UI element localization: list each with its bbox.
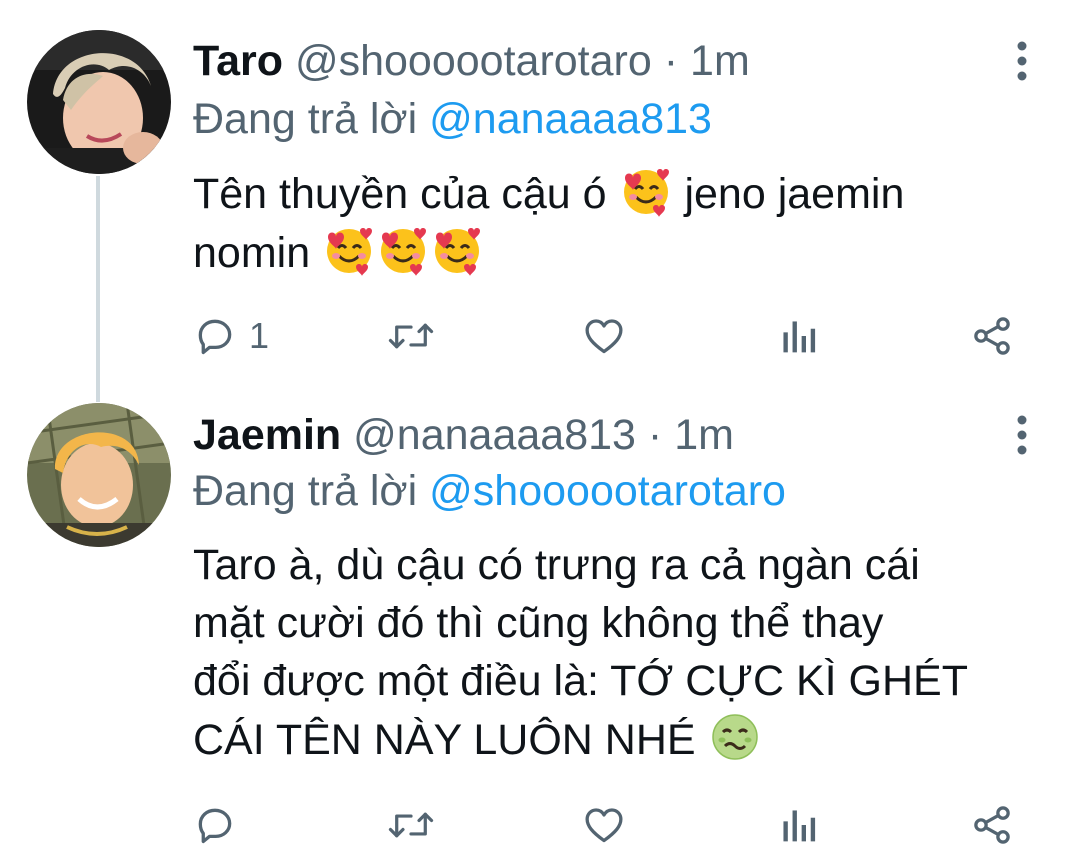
tweet-text-line: CÁI TÊN NÀY LUÔN NHÉ	[193, 716, 696, 764]
tweet-jaemin[interactable]: Jaemin @nanaaaa813 · 1m Đang trả lời @sh…	[0, 400, 1080, 861]
tweet-body: Tên thuyền của cậu ó jeno jaemin nomin	[193, 164, 1053, 282]
replying-to-handle[interactable]: @shoooootarotaro	[429, 467, 786, 515]
tweet-text-line: Taro à, dù cậu có trưng ra cả ngàn cái	[193, 541, 920, 589]
tweet-actions	[0, 795, 1080, 855]
replying-to: Đang trả lời @shoooootarotaro	[193, 466, 786, 516]
retweet-button[interactable]	[386, 795, 436, 855]
avatar-jaemin[interactable]	[27, 403, 171, 547]
tweet-header: Taro @shoooootarotaro · 1m	[193, 36, 750, 86]
display-name[interactable]: Taro	[193, 37, 283, 85]
tweet-taro[interactable]: Taro @shoooootarotaro · 1m Đang trả lời …	[0, 0, 1080, 400]
tweet-body: Taro à, dù cậu có trưng ra cả ngàn cái m…	[193, 536, 1053, 769]
separator-dot: ·	[663, 37, 679, 85]
tweet-text-part: Tên thuyền của cậu ó	[193, 170, 607, 218]
tweet-text-line: đổi được một điều là: TỚ CỰC KÌ GHÉT	[193, 657, 969, 705]
tweet-text-line: mặt cười đó thì cũng không thể thay	[193, 599, 884, 647]
separator-dot: ·	[647, 411, 663, 459]
smiling-face-with-hearts-icon	[435, 228, 481, 276]
replying-to-label: Đang trả lời	[193, 95, 418, 143]
smiling-face-with-hearts-icon	[381, 228, 427, 276]
share-icon	[974, 806, 1010, 844]
retweet-icon	[388, 323, 434, 349]
tweet-actions: 1	[0, 306, 1080, 366]
share-button[interactable]	[970, 795, 1014, 855]
more-vertical-icon[interactable]	[1004, 410, 1040, 460]
like-button[interactable]	[582, 795, 626, 855]
more-vertical-icon[interactable]	[1004, 36, 1040, 86]
nauseated-face-icon	[711, 714, 758, 760]
avatar-jaemin-image	[27, 403, 171, 547]
replying-to: Đang trả lời @nanaaaa813	[193, 94, 712, 144]
reply-icon	[198, 319, 232, 355]
display-name[interactable]: Jaemin	[193, 411, 341, 459]
replying-to-label: Đang trả lời	[193, 467, 418, 515]
avatar-taro-image	[27, 30, 171, 174]
retweet-button[interactable]	[386, 306, 436, 366]
tweet-header: Jaemin @nanaaaa813 · 1m	[193, 410, 734, 460]
tweet-text-part: nomin	[193, 229, 311, 277]
smiling-face-with-hearts-icon	[623, 169, 669, 217]
reply-count: 1	[249, 315, 270, 356]
retweet-icon	[388, 812, 434, 838]
timestamp[interactable]: 1m	[690, 37, 750, 85]
like-icon	[585, 319, 623, 354]
analytics-icon	[783, 321, 816, 353]
replying-to-handle[interactable]: @nanaaaa813	[429, 95, 712, 143]
avatar-taro[interactable]	[27, 30, 171, 174]
share-button[interactable]	[970, 306, 1014, 366]
tweet-text-part: jeno jaemin	[684, 170, 905, 218]
reply-button[interactable]	[193, 795, 249, 855]
user-handle[interactable]: @nanaaaa813	[353, 411, 636, 459]
timestamp[interactable]: 1m	[674, 411, 734, 459]
smiling-face-with-hearts-icon	[327, 228, 373, 276]
like-icon	[585, 808, 623, 843]
like-button[interactable]	[582, 306, 626, 366]
analytics-icon	[783, 810, 816, 842]
analytics-button[interactable]	[778, 795, 818, 855]
reply-icon	[198, 808, 232, 844]
user-handle[interactable]: @shoooootarotaro	[295, 37, 652, 85]
reply-button[interactable]: 1	[193, 306, 269, 366]
analytics-button[interactable]	[778, 306, 818, 366]
share-icon	[974, 317, 1010, 355]
